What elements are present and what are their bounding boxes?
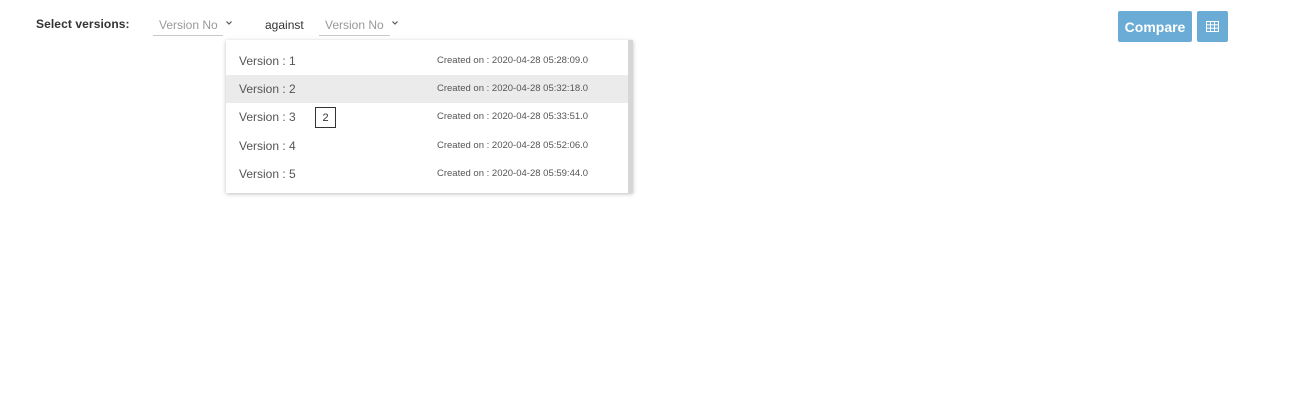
dropdown-option-version-5[interactable]: Version : 5 Created on : 2020-04-28 05:5…	[226, 160, 628, 188]
option-version-label: Version : 2	[239, 82, 296, 96]
compare-button[interactable]: Compare	[1118, 11, 1192, 42]
table-grid-icon	[1206, 21, 1219, 32]
dropdown-option-version-4[interactable]: Version : 4 Created on : 2020-04-28 05:5…	[226, 132, 628, 160]
chevron-down-icon	[392, 21, 398, 25]
option-created-date: Created on : 2020-04-28 05:33:51.0	[437, 111, 589, 122]
against-label: against	[265, 18, 304, 32]
dropdown-option-version-2[interactable]: Version : 2 Created on : 2020-04-28 05:3…	[226, 75, 628, 103]
version-select-b[interactable]: Version No	[319, 14, 398, 36]
option-created-date: Created on : 2020-04-28 05:28:09.0	[437, 55, 589, 66]
selection-count-badge: 2	[315, 107, 336, 128]
dropdown-scrollbar[interactable]	[628, 40, 633, 193]
table-view-button[interactable]	[1197, 11, 1228, 42]
option-version-label: Version : 4	[239, 139, 296, 153]
chevron-down-icon	[226, 21, 232, 25]
version-select-b-placeholder: Version No	[325, 17, 384, 32]
option-created-date: Created on : 2020-04-28 05:32:18.0	[437, 83, 589, 94]
dropdown-option-version-3[interactable]: Version : 3 Created on : 2020-04-28 05:3…	[226, 103, 628, 131]
option-created-date: Created on : 2020-04-28 05:59:44.0	[437, 168, 589, 179]
version-compare-page: Select versions: Version No against Vers…	[0, 0, 1311, 409]
option-version-label: Version : 5	[239, 167, 296, 181]
option-created-date: Created on : 2020-04-28 05:52:06.0	[437, 140, 589, 151]
select-versions-label: Select versions:	[36, 17, 130, 31]
version-dropdown-menu: Version : 1 Created on : 2020-04-28 05:2…	[226, 40, 633, 193]
option-version-label: Version : 3	[239, 110, 296, 124]
option-version-label: Version : 1	[239, 54, 296, 68]
version-select-a[interactable]: Version No	[153, 14, 232, 36]
dropdown-option-version-1[interactable]: Version : 1 Created on : 2020-04-28 05:2…	[226, 47, 628, 75]
version-select-a-placeholder: Version No	[159, 17, 218, 32]
